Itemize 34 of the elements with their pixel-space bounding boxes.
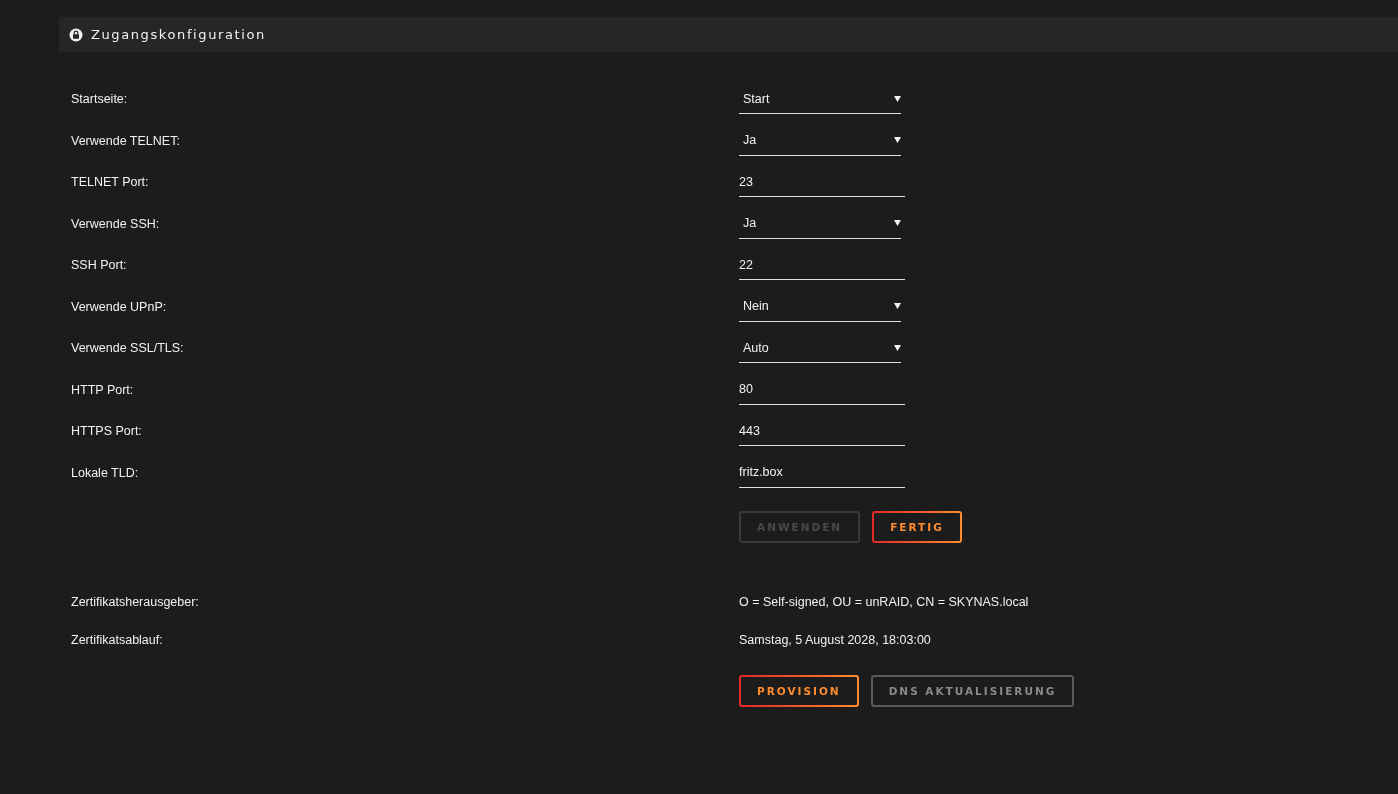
setting-label: Verwende UPnP: (71, 299, 168, 314)
caret-icon (894, 303, 901, 309)
select-field[interactable]: Nein (739, 291, 901, 322)
certificate-label: Zertifikatsherausgeber: (71, 595, 200, 609)
setting-label: SSH Port: (71, 258, 128, 272)
select-field[interactable]: Auto (739, 333, 901, 363)
input-field[interactable]: 80 (739, 374, 905, 405)
input-field[interactable]: 23 (739, 167, 905, 197)
section-title: Zugangskonfiguration (91, 27, 266, 42)
action-button[interactable]: PROVISION (739, 675, 859, 707)
setting-label: Verwende TELNET: (71, 133, 181, 148)
setting-label: TELNET Port: (71, 175, 150, 189)
certificate-value: O = Self-signed, OU = unRAID, CN = SKYNAS.local (739, 595, 1030, 609)
select-field[interactable]: Ja (739, 208, 901, 239)
caret-icon (894, 220, 901, 226)
caret-icon (894, 344, 901, 351)
certificate-value: Samstag, 5 August 2028, 18:03:00 (739, 633, 932, 647)
input-field[interactable]: 443 (739, 416, 905, 446)
caret-icon (894, 95, 901, 102)
select-field[interactable]: Start (739, 84, 901, 114)
certificate-label: Zertifikatsablauf: (71, 633, 164, 647)
setting-label: HTTPS Port: (71, 424, 143, 438)
lock-icon (69, 27, 83, 42)
input-field[interactable]: 22 (739, 250, 905, 280)
setting-label: Verwende SSH: (71, 216, 161, 231)
setting-label: HTTP Port: (71, 382, 135, 397)
caret-icon (894, 137, 901, 143)
setting-label: Lokale TLD: (71, 465, 140, 480)
setting-label: Verwende SSL/TLS: (71, 341, 185, 355)
action-button[interactable]: DNS AKTUALISIERUNG (870, 675, 1075, 707)
select-field[interactable]: Ja (739, 125, 901, 156)
setting-label: Startseite: (71, 92, 129, 106)
input-field[interactable]: fritz.box (739, 457, 905, 488)
action-button[interactable]: FERTIG (872, 511, 962, 543)
